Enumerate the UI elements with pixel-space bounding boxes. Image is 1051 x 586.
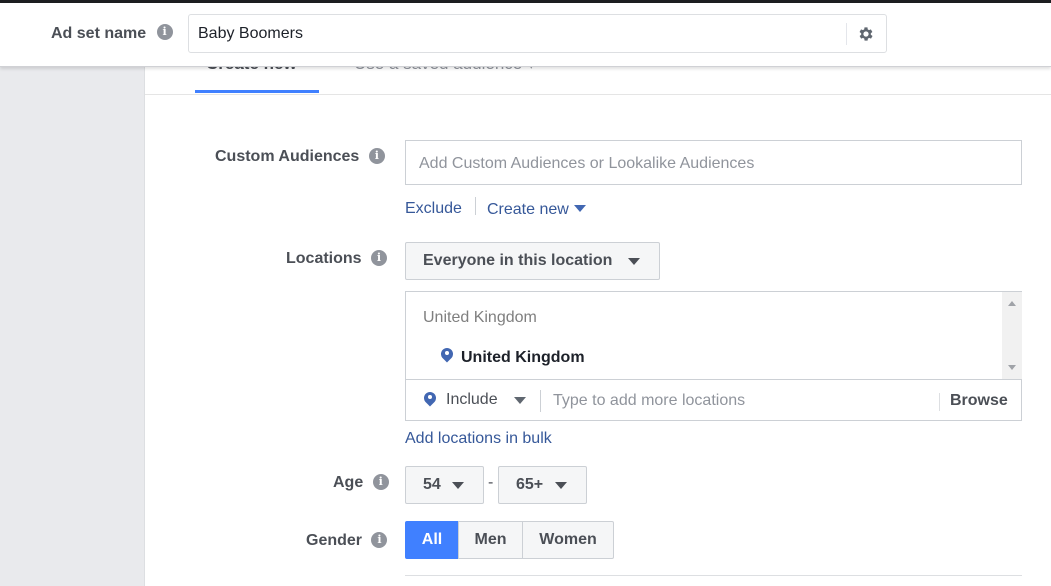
custom-audiences-label-group: Custom Audiences i — [215, 147, 385, 166]
adset-name-label: Ad set name — [51, 25, 147, 42]
location-pin-icon — [441, 348, 453, 368]
gender-label-group: Gender i — [306, 531, 388, 550]
chevron-down-icon — [628, 258, 640, 265]
gender-option-men[interactable]: Men — [458, 521, 523, 559]
age-max-dropdown[interactable]: 65+ — [498, 466, 587, 504]
info-icon[interactable]: i — [371, 531, 388, 548]
custom-audiences-label: Custom Audiences — [215, 148, 360, 165]
locations-label-group: Locations i — [286, 249, 388, 268]
info-icon[interactable]: i — [368, 147, 385, 164]
create-new-link[interactable]: Create new — [487, 201, 587, 219]
age-min-dropdown[interactable]: 54 — [405, 466, 484, 504]
divider — [939, 393, 940, 411]
divider — [405, 575, 1022, 576]
location-pin-icon — [424, 392, 436, 412]
location-group-title: United Kingdom — [423, 309, 537, 326]
info-icon[interactable]: i — [156, 23, 173, 40]
add-location-input[interactable]: Type to add more locations — [553, 392, 745, 410]
locations-label: Locations — [286, 250, 362, 267]
adset-name-label-group: Ad set name i — [51, 23, 173, 43]
audience-panel: Create new Use a saved audience ▾ Custom… — [144, 46, 1051, 586]
age-max-value: 65+ — [516, 476, 544, 493]
add-locations-bulk-link[interactable]: Add locations in bulk — [405, 430, 552, 448]
adset-name-header: Ad set name i Baby Boomers — [0, 3, 1051, 67]
age-separator: - — [488, 474, 494, 491]
active-tab-indicator — [195, 90, 319, 93]
divider — [540, 390, 541, 412]
chevron-down-icon — [555, 482, 567, 489]
chevron-down-icon — [514, 397, 526, 404]
age-label: Age — [333, 474, 364, 491]
browse-button[interactable]: Browse — [950, 392, 1008, 410]
divider — [475, 197, 476, 215]
gear-icon[interactable] — [855, 23, 877, 45]
scroll-up-icon[interactable] — [1008, 301, 1016, 306]
custom-audiences-input[interactable]: Add Custom Audiences or Lookalike Audien… — [405, 140, 1022, 185]
custom-audiences-placeholder: Add Custom Audiences or Lookalike Audien… — [419, 155, 755, 172]
location-type-dropdown[interactable]: Everyone in this location — [405, 242, 660, 280]
info-icon[interactable]: i — [372, 473, 389, 490]
exclude-link[interactable]: Exclude — [405, 200, 462, 218]
scroll-down-icon[interactable] — [1008, 365, 1016, 370]
gender-segmented-control: All Men Women — [405, 521, 615, 559]
include-label: Include — [446, 391, 498, 408]
gender-option-all[interactable]: All — [405, 521, 459, 559]
age-min-value: 54 — [423, 476, 441, 493]
divider — [846, 23, 847, 45]
info-icon[interactable]: i — [371, 249, 388, 266]
chevron-down-icon — [574, 205, 587, 213]
locations-box: United Kingdom United Kingdom Include Ty… — [405, 291, 1022, 421]
adset-name-value[interactable]: Baby Boomers — [198, 25, 303, 43]
gender-label: Gender — [306, 532, 363, 549]
location-type-value: Everyone in this location — [423, 252, 613, 269]
selected-location[interactable]: United Kingdom — [461, 349, 585, 367]
adset-name-input[interactable]: Baby Boomers — [188, 14, 887, 53]
include-exclude-dropdown[interactable]: Include — [406, 380, 540, 420]
chevron-down-icon — [452, 482, 464, 489]
age-label-group: Age i — [333, 473, 389, 492]
create-new-label: Create new — [487, 201, 569, 218]
gender-option-women[interactable]: Women — [522, 521, 614, 559]
